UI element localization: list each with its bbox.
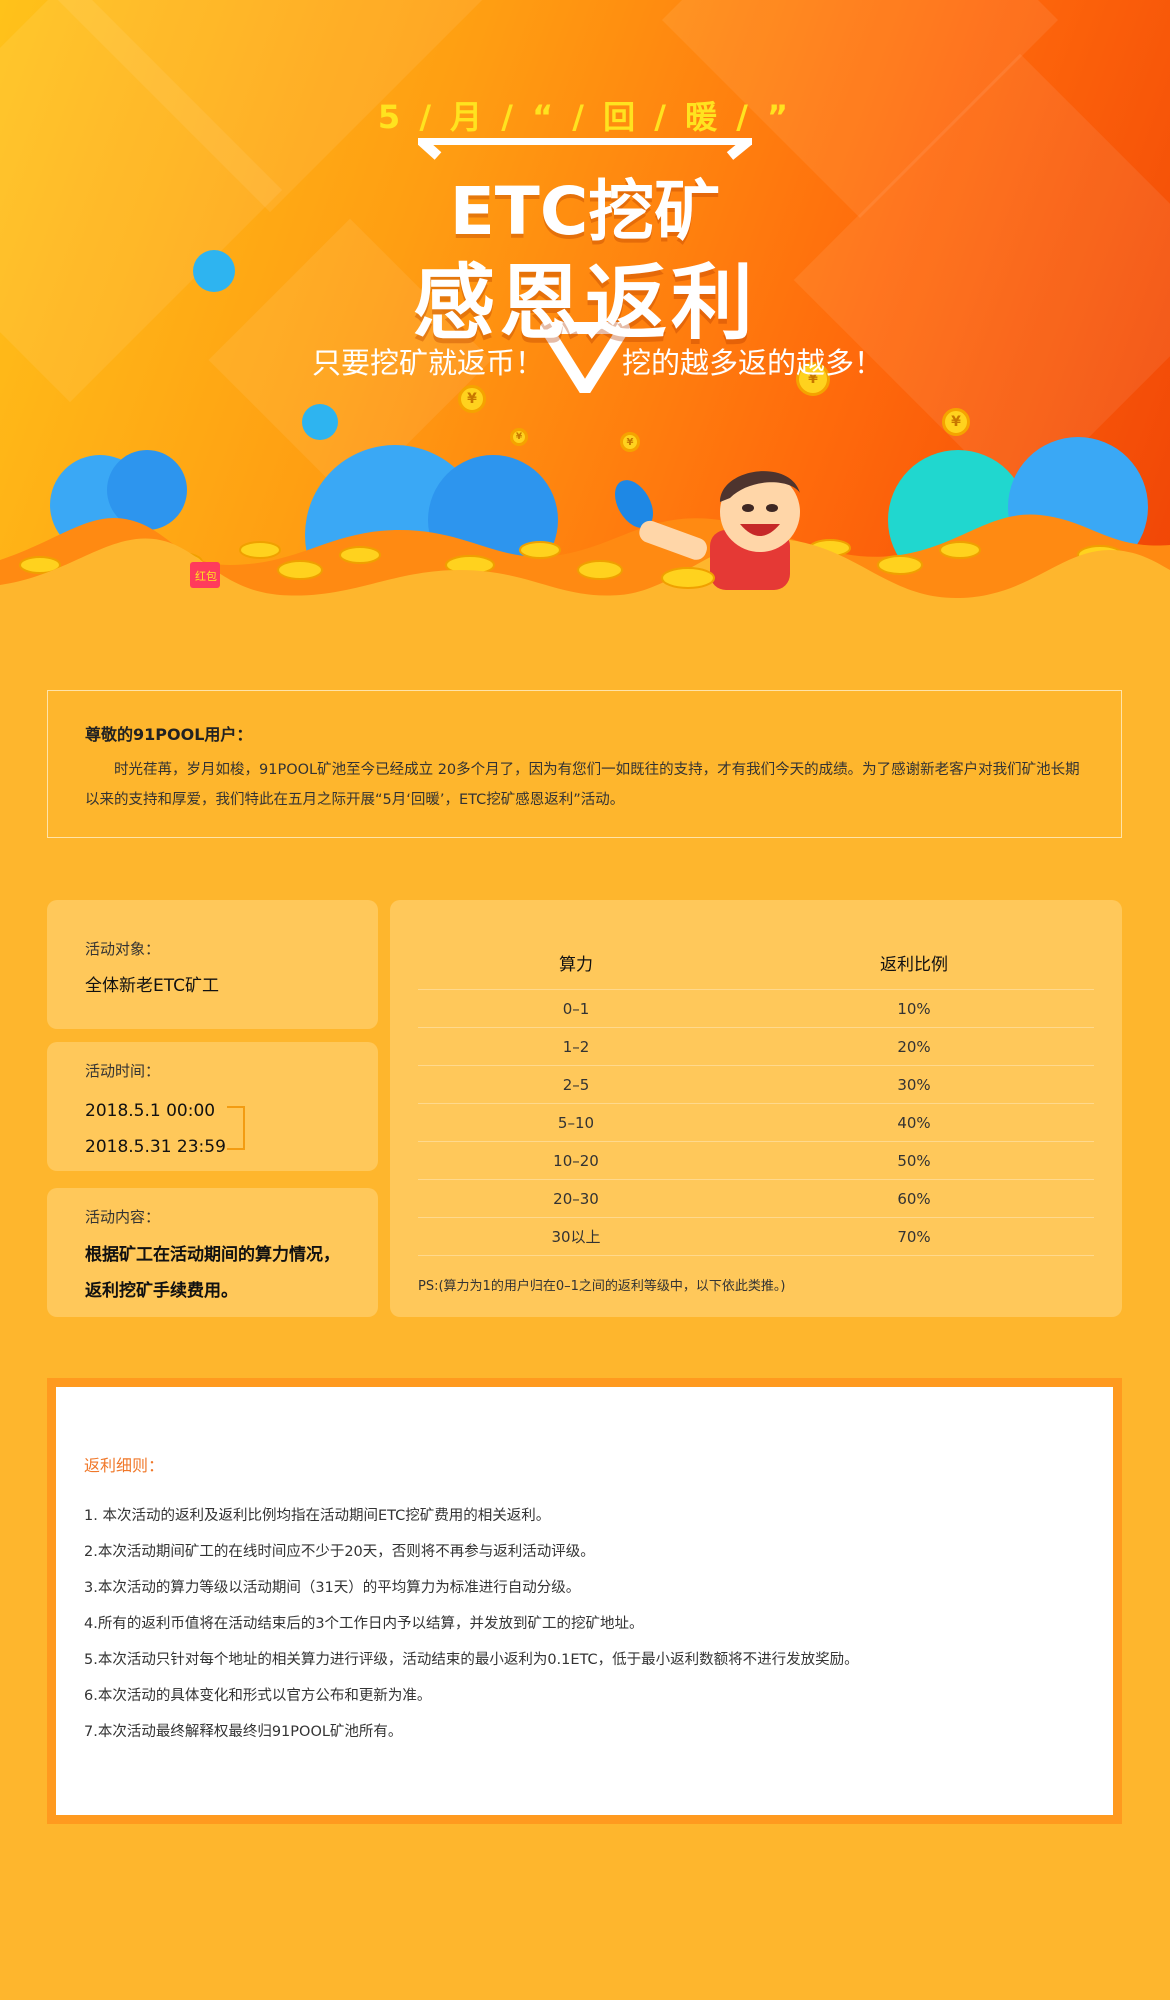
table-row: 0–1 10%	[418, 990, 1094, 1028]
hashrate-cell: 10–20	[553, 1151, 599, 1170]
table-row: 1–2 20%	[418, 1028, 1094, 1066]
hero-banner: ¥ ¥ ¥ ¥ ¥ 5 / 月 / “ / 回 / 暖 / ” ETC挖矿 感恩…	[0, 0, 1170, 640]
hashrate-cell: 5–10	[557, 1113, 595, 1132]
time-label: 活动时间：	[85, 1062, 161, 1080]
target-label: 活动对象：	[85, 940, 161, 958]
hashrate-cell: 20–30	[553, 1189, 599, 1208]
coin-icon: ¥	[510, 428, 528, 446]
happy-miner-character	[615, 471, 800, 590]
target-card: 活动对象： 全体新老ETC矿工	[47, 900, 378, 1029]
intro-panel: 尊敬的91POOL用户： 时光荏苒，岁月如梭，91POOL矿池至今已经成立 20…	[47, 690, 1122, 838]
col-ratio-header: 返利比例	[880, 955, 948, 975]
ratio-cell: 20%	[897, 1037, 931, 1056]
target-value: 全体新老ETC矿工	[85, 976, 219, 996]
intro-greeting: 尊敬的91POOL用户：	[85, 725, 253, 744]
table-note: PS:(算力为1的用户归在0–1之间的返利等级中，以下依此类推。)	[418, 1279, 786, 1294]
rebate-table-card: 算力 返利比例 0–1 10% 1–2 20% 2–5 30% 5–10 40%…	[390, 900, 1122, 1317]
hashrate-cell: 0–1	[562, 999, 590, 1018]
hero-subtitle: 5 / 月 / “ / 回 / 暖 / ”	[377, 98, 793, 136]
ratio-cell: 70%	[897, 1227, 931, 1246]
table-row: 10–20 50%	[418, 1142, 1094, 1180]
coin-pile-wave: 红包	[0, 514, 1170, 640]
hashrate-cell: 1–2	[562, 1037, 590, 1056]
table-row: 30以上 70%	[418, 1218, 1094, 1256]
rule-item: 1. 本次活动的返利及返利比例均指在活动期间ETC挖矿费用的相关返利。	[84, 1508, 551, 1524]
content-line: 根据矿工在活动期间的算力情况，	[85, 1245, 340, 1265]
hashrate-cell: 2–5	[562, 1075, 590, 1094]
hero-tagline-right: 挖的越多返的越多！	[622, 346, 884, 380]
rebate-table: 算力 返利比例 0–1 10% 1–2 20% 2–5 30% 5–10 40%…	[418, 936, 1094, 1256]
intro-body: 时光荏苒，岁月如梭，91POOL矿池至今已经成立 20多个月了，因为有您们一如既…	[85, 762, 1080, 808]
rule-item: 7.本次活动最终解释权最终归91POOL矿池所有。	[84, 1724, 403, 1740]
ratio-cell: 40%	[897, 1113, 931, 1132]
content-label: 活动内容：	[85, 1208, 161, 1226]
hashrate-cell: 30以上	[551, 1228, 601, 1246]
rule-item: 3.本次活动的算力等级以活动期间（31天）的平均算力为标准进行自动分级。	[84, 1580, 581, 1596]
hero-title-line2: 感恩返利	[412, 256, 757, 351]
table-header-row: 算力 返利比例	[418, 936, 1094, 990]
rule-item: 6.本次活动的具体变化和形式以官方公布和更新为准。	[84, 1688, 432, 1704]
col-hashrate-header: 算力	[559, 955, 593, 975]
date-bracket	[227, 1106, 245, 1150]
ratio-cell: 60%	[897, 1189, 931, 1208]
rule-item: 4.所有的返利币值将在活动结束后的3个工作日内予以结算，并发放到矿工的挖矿地址。	[84, 1616, 644, 1632]
table-row: 2–5 30%	[418, 1066, 1094, 1104]
rules-title: 返利细则：	[84, 1456, 165, 1475]
ratio-cell: 10%	[897, 999, 931, 1018]
rule-item: 5.本次活动只针对每个地址的相关算力进行评级，活动结束的最小返利为0.1ETC，…	[84, 1652, 859, 1668]
table-row: 20–30 60%	[418, 1180, 1094, 1218]
content-card: 活动内容： 根据矿工在活动期间的算力情况， 返利挖矿手续费用。	[47, 1188, 378, 1317]
rule-item: 2.本次活动期间矿工的在线时间应不少于20天，否则将不再参与返利活动评级。	[84, 1544, 595, 1560]
coin-icon: ¥	[942, 408, 970, 436]
ratio-cell: 30%	[897, 1075, 931, 1094]
svg-text:红包: 红包	[195, 570, 217, 583]
rules-content: 返利细则： 1. 本次活动的返利及返利比例均指在活动期间ETC挖矿费用的相关返利…	[56, 1387, 1113, 1815]
table-row: 5–10 40%	[418, 1104, 1094, 1142]
content-line: 返利挖矿手续费用。	[85, 1281, 238, 1301]
time-card: 活动时间： 2018.5.1 00:00 2018.5.31 23:59	[47, 1042, 378, 1171]
rules-panel: 返利细则： 1. 本次活动的返利及返利比例均指在活动期间ETC挖矿费用的相关返利…	[47, 1378, 1122, 1824]
bubble	[302, 404, 338, 440]
ratio-cell: 50%	[897, 1151, 931, 1170]
hero-tagline-left: 只要挖矿就返币！	[312, 346, 545, 380]
